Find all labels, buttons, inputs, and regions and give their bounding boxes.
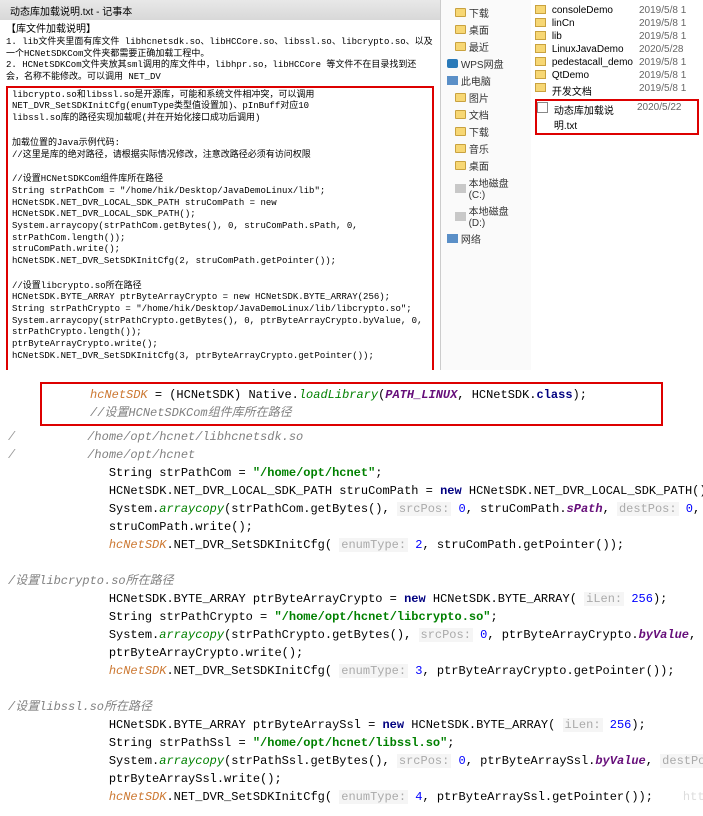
line: //设置libcrypto.so所在路径 <box>12 281 428 293</box>
txt-file-icon <box>537 102 548 113</box>
folder-icon <box>455 127 466 136</box>
tree-item-desktop[interactable]: 桌面 <box>445 21 527 38</box>
section-comment: /设置libssl.so所在路径 <box>0 698 703 716</box>
code-line: System.arraycopy(strPathSsl.getBytes(), … <box>0 752 703 770</box>
line: hCNetSDK.NET_DVR_SetSDKInitCfg(2, struCo… <box>12 256 428 268</box>
line: 2. HCNetSDKCom文件夹放其sml调用的库文件中，libhpr.so，… <box>6 60 434 83</box>
line: String strPathCom = "/home/hik/Desktop/J… <box>12 186 428 198</box>
file-explorer: 下载 桌面 最近 WPS网盘 此电脑 图片 文档 下载 音乐 桌面 本地磁盘 (… <box>440 0 703 370</box>
tree-item-wps[interactable]: WPS网盘 <box>445 55 527 72</box>
highlighted-code-block: hcNetSDK = (HCNetSDK) Native.loadLibrary… <box>40 382 663 426</box>
file-row[interactable]: LinuxJavaDemo2020/5/28 <box>535 43 699 56</box>
disk-icon <box>455 212 466 221</box>
code-line: / /home/opt/hcnet <box>0 446 703 464</box>
code-line: hcNetSDK.NET_DVR_SetSDKInitCfg( enumType… <box>0 662 703 680</box>
file-row[interactable]: 开发文档2019/5/8 1 <box>535 82 699 99</box>
line: //这里是库的绝对路径，请根据实际情况修改，注意改路径必须有访问权限 <box>12 150 428 162</box>
line: libcrypto.so和libssl.so是开源库，可能和系统文件相冲突，可以… <box>12 90 428 113</box>
folder-icon <box>455 93 466 102</box>
code-line: String strPathCom = "/home/opt/hcnet"; <box>0 464 703 482</box>
folder-icon <box>455 25 466 34</box>
line: HCNetSDK.BYTE_ARRAY ptrByteArrayCrypto =… <box>12 292 428 304</box>
file-list[interactable]: consoleDemo2019/5/8 1 linCn2019/5/8 1 li… <box>531 0 703 370</box>
code-line: ptrByteArrayCrypto.write(); <box>0 644 703 662</box>
folder-icon <box>455 110 466 119</box>
code-line: System.arraycopy(strPathCrypto.getBytes(… <box>0 626 703 644</box>
code-line: hcNetSDK = (HCNetSDK) Native.loadLibrary… <box>46 386 657 404</box>
line: libssl.so库的路径实现加载呢(并在开始化接口成功后调用) <box>12 113 428 125</box>
notepad-titlebar[interactable]: 动态库加载说明.txt - 记事本 <box>0 0 440 20</box>
code-line: String strPathCrypto = "/home/opt/hcnet/… <box>0 608 703 626</box>
folder-icon <box>535 83 546 92</box>
folder-tree[interactable]: 下载 桌面 最近 WPS网盘 此电脑 图片 文档 下载 音乐 桌面 本地磁盘 (… <box>441 0 531 370</box>
tree-item-pictures[interactable]: 图片 <box>445 89 527 106</box>
code-line: System.arraycopy(strPathCom.getBytes(), … <box>0 500 703 518</box>
code-line <box>0 554 703 572</box>
line: System.arraycopy(strPathCrypto.getBytes(… <box>12 316 428 339</box>
computer-icon <box>447 76 458 85</box>
folder-icon <box>455 144 466 153</box>
file-row[interactable]: lib2019/5/8 1 <box>535 30 699 43</box>
notepad-tab-title[interactable]: 动态库加载说明.txt - 记事本 <box>6 3 136 18</box>
file-row-highlighted[interactable]: 动态库加载说明.txt2020/5/22 <box>535 99 699 135</box>
line: System.arraycopy(strPathCom.getBytes(), … <box>12 221 428 244</box>
code-line: HCNetSDK.NET_DVR_LOCAL_SDK_PATH struComP… <box>0 482 703 500</box>
tree-item-desktop2[interactable]: 桌面 <box>445 157 527 174</box>
code-line: / /home/opt/hcnet/libhcnetsdk.so <box>0 428 703 446</box>
notepad-window: 动态库加载说明.txt - 记事本 【库文件加载说明】 1. lib文件夹里面有… <box>0 0 440 370</box>
code-line: ptrByteArraySsl.write(); <box>0 770 703 788</box>
line: 加载位置的Java示例代码: <box>12 138 428 150</box>
code-section: hcNetSDK = (HCNetSDK) Native.loadLibrary… <box>0 370 703 816</box>
watermark: https://blog.csdn.net/weixin_45417211 <box>683 790 703 804</box>
folder-icon <box>535 18 546 27</box>
code-line: hcNetSDK.NET_DVR_SetSDKInitCfg( enumType… <box>0 788 703 806</box>
code-line: HCNetSDK.BYTE_ARRAY ptrByteArrayCrypto =… <box>0 590 703 608</box>
line: hCNetSDK.NET_DVR_SetSDKInitCfg(3, ptrByt… <box>12 351 428 363</box>
folder-icon <box>455 161 466 170</box>
code-line: //设置HCNetSDKCom组件库所在路径 <box>46 404 657 422</box>
file-row[interactable]: pedestacall_demo2019/5/8 1 <box>535 56 699 69</box>
tree-item-recent[interactable]: 最近 <box>445 38 527 55</box>
tree-item-localdisk[interactable]: 本地磁盘 (C:) <box>445 174 527 202</box>
section-comment: /设置libcrypto.so所在路径 <box>0 572 703 590</box>
folder-icon <box>535 57 546 66</box>
folder-icon <box>535 5 546 14</box>
highlighted-block-1: libcrypto.so和libssl.so是开源库，可能和系统文件相冲突，可以… <box>6 86 434 370</box>
code-line: struComPath.write(); <box>0 518 703 536</box>
folder-icon <box>535 44 546 53</box>
tree-item-workdisk[interactable]: 本地磁盘 (D:) <box>445 202 527 230</box>
file-row[interactable]: QtDemo2019/5/8 1 <box>535 69 699 82</box>
line: 1. lib文件夹里面有库文件 libhcnetsdk.so、libHCCore… <box>6 37 434 60</box>
line: HCNetSDK.NET_DVR_LOCAL_SDK_PATH struComP… <box>12 198 428 221</box>
folder-icon <box>455 42 466 51</box>
line: String strPathCrypto = "/home/hik/Deskto… <box>12 304 428 316</box>
code-line: HCNetSDK.BYTE_ARRAY ptrByteArraySsl = ne… <box>0 716 703 734</box>
tree-item-computer[interactable]: 此电脑 <box>445 72 527 89</box>
tree-item-downloads[interactable]: 下载 <box>445 4 527 21</box>
network-icon <box>447 234 458 243</box>
line: ptrByteArrayCrypto.write(); <box>12 339 428 351</box>
folder-icon <box>535 31 546 40</box>
notepad-content[interactable]: 【库文件加载说明】 1. lib文件夹里面有库文件 libhcnetsdk.so… <box>0 20 440 370</box>
file-row[interactable]: consoleDemo2019/5/8 1 <box>535 4 699 17</box>
disk-icon <box>455 184 466 193</box>
heading: 【库文件加载说明】 <box>6 24 434 37</box>
code-line: String strPathSsl = "/home/opt/hcnet/lib… <box>0 734 703 752</box>
file-row[interactable]: linCn2019/5/8 1 <box>535 17 699 30</box>
code-line <box>0 680 703 698</box>
tree-item-downloads2[interactable]: 下载 <box>445 123 527 140</box>
line: //设置HCNetSDKCom组件库所在路径 <box>12 174 428 186</box>
tree-item-network[interactable]: 网络 <box>445 230 527 247</box>
tree-item-documents[interactable]: 文档 <box>445 106 527 123</box>
tree-item-music[interactable]: 音乐 <box>445 140 527 157</box>
code-line: hcNetSDK.NET_DVR_SetSDKInitCfg( enumType… <box>0 536 703 554</box>
line: struComPath.write(); <box>12 244 428 256</box>
folder-icon <box>535 70 546 79</box>
top-section: 动态库加载说明.txt - 记事本 【库文件加载说明】 1. lib文件夹里面有… <box>0 0 703 370</box>
folder-icon <box>455 8 466 17</box>
wps-icon <box>447 59 458 68</box>
